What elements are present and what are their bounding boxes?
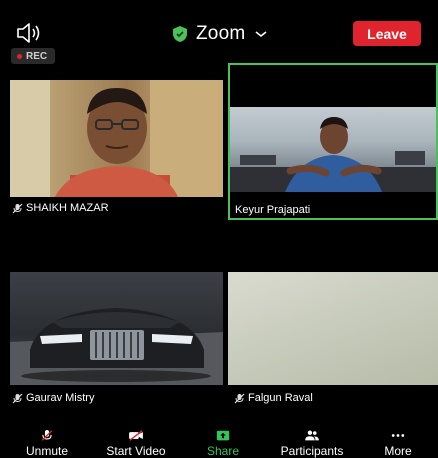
mic-muted-icon — [234, 393, 245, 403]
participants-button[interactable]: Participants — [268, 430, 356, 458]
more-dots-icon — [391, 434, 405, 437]
participant-video — [10, 272, 223, 385]
participant-name-label: Keyur Prajapati — [235, 204, 310, 216]
participant-name-label: Falgun Raval — [234, 392, 313, 404]
meeting-title: Zoom — [196, 23, 246, 44]
unmute-label: Unmute — [25, 444, 69, 458]
meeting-title-menu[interactable]: Zoom — [172, 20, 267, 48]
start-video-label: Start Video — [106, 444, 166, 458]
share-button[interactable]: Share — [203, 430, 243, 458]
participant-name: SHAIKH MAZAR — [26, 202, 109, 214]
participant-video — [10, 80, 223, 197]
participant-name: Falgun Raval — [248, 392, 313, 404]
participants-label: Participants — [280, 444, 344, 458]
shield-icon — [173, 26, 187, 42]
participant-video-frame — [230, 117, 436, 192]
participant-name-label: Gaurav Mistry — [12, 392, 94, 404]
record-dot-icon — [17, 53, 22, 59]
more-button[interactable]: More — [378, 430, 418, 458]
participant-video-frame — [10, 80, 223, 197]
chevron-down-icon — [255, 31, 267, 38]
mic-muted-icon — [12, 393, 23, 403]
meeting-toolbar: Unmute Start Video Share Participants Mo… — [0, 430, 438, 458]
mic-muted-icon — [41, 430, 53, 441]
participant-tile[interactable]: Falgun Raval — [228, 272, 438, 412]
share-screen-icon — [216, 430, 230, 441]
video-off-icon — [129, 430, 143, 441]
meeting-top-bar: Zoom Leave REC — [0, 0, 438, 66]
more-label: More — [384, 444, 412, 458]
leave-button[interactable]: Leave — [353, 21, 421, 46]
participant-video — [230, 107, 436, 192]
participant-tile[interactable]: SHAIKH MAZAR — [10, 80, 223, 217]
share-label: Share — [206, 444, 240, 458]
participant-name: Gaurav Mistry — [26, 392, 95, 404]
speaker-icon[interactable] — [16, 22, 42, 44]
participant-tile-active-speaker[interactable]: Keyur Prajapati — [228, 63, 438, 220]
unmute-button[interactable]: Unmute — [22, 430, 72, 458]
mic-muted-icon — [12, 203, 23, 213]
participants-icon — [305, 430, 319, 441]
start-video-button[interactable]: Start Video — [96, 430, 176, 458]
recording-label: REC — [26, 50, 48, 62]
participant-video-frame — [10, 308, 223, 385]
participant-tile[interactable]: Gaurav Mistry — [10, 272, 223, 412]
recording-badge: REC — [11, 48, 55, 64]
participant-name: Keyur Prajapati — [235, 204, 311, 216]
participant-name-label: SHAIKH MAZAR — [12, 202, 109, 214]
participant-video — [228, 272, 438, 385]
